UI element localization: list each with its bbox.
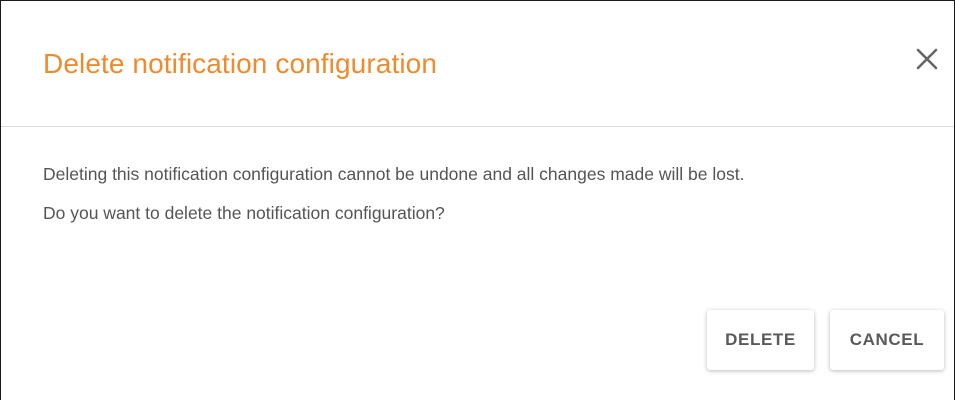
delete-confirmation-dialog: Delete notification configuration Deleti…: [0, 0, 955, 400]
dialog-message: Deleting this notification configuration…: [43, 164, 745, 184]
close-icon: [916, 48, 938, 70]
delete-button[interactable]: DELETE: [707, 310, 814, 370]
cancel-button[interactable]: CANCEL: [830, 310, 944, 370]
dialog-body: Deleting this notification configuration…: [43, 161, 923, 226]
dialog-actions: DELETE CANCEL: [707, 310, 944, 370]
dialog-question: Do you want to delete the notification c…: [43, 203, 445, 223]
close-button[interactable]: [907, 39, 947, 79]
dialog-title: Delete notification configuration: [43, 48, 437, 79]
dialog-header: Delete notification configuration: [1, 1, 954, 127]
